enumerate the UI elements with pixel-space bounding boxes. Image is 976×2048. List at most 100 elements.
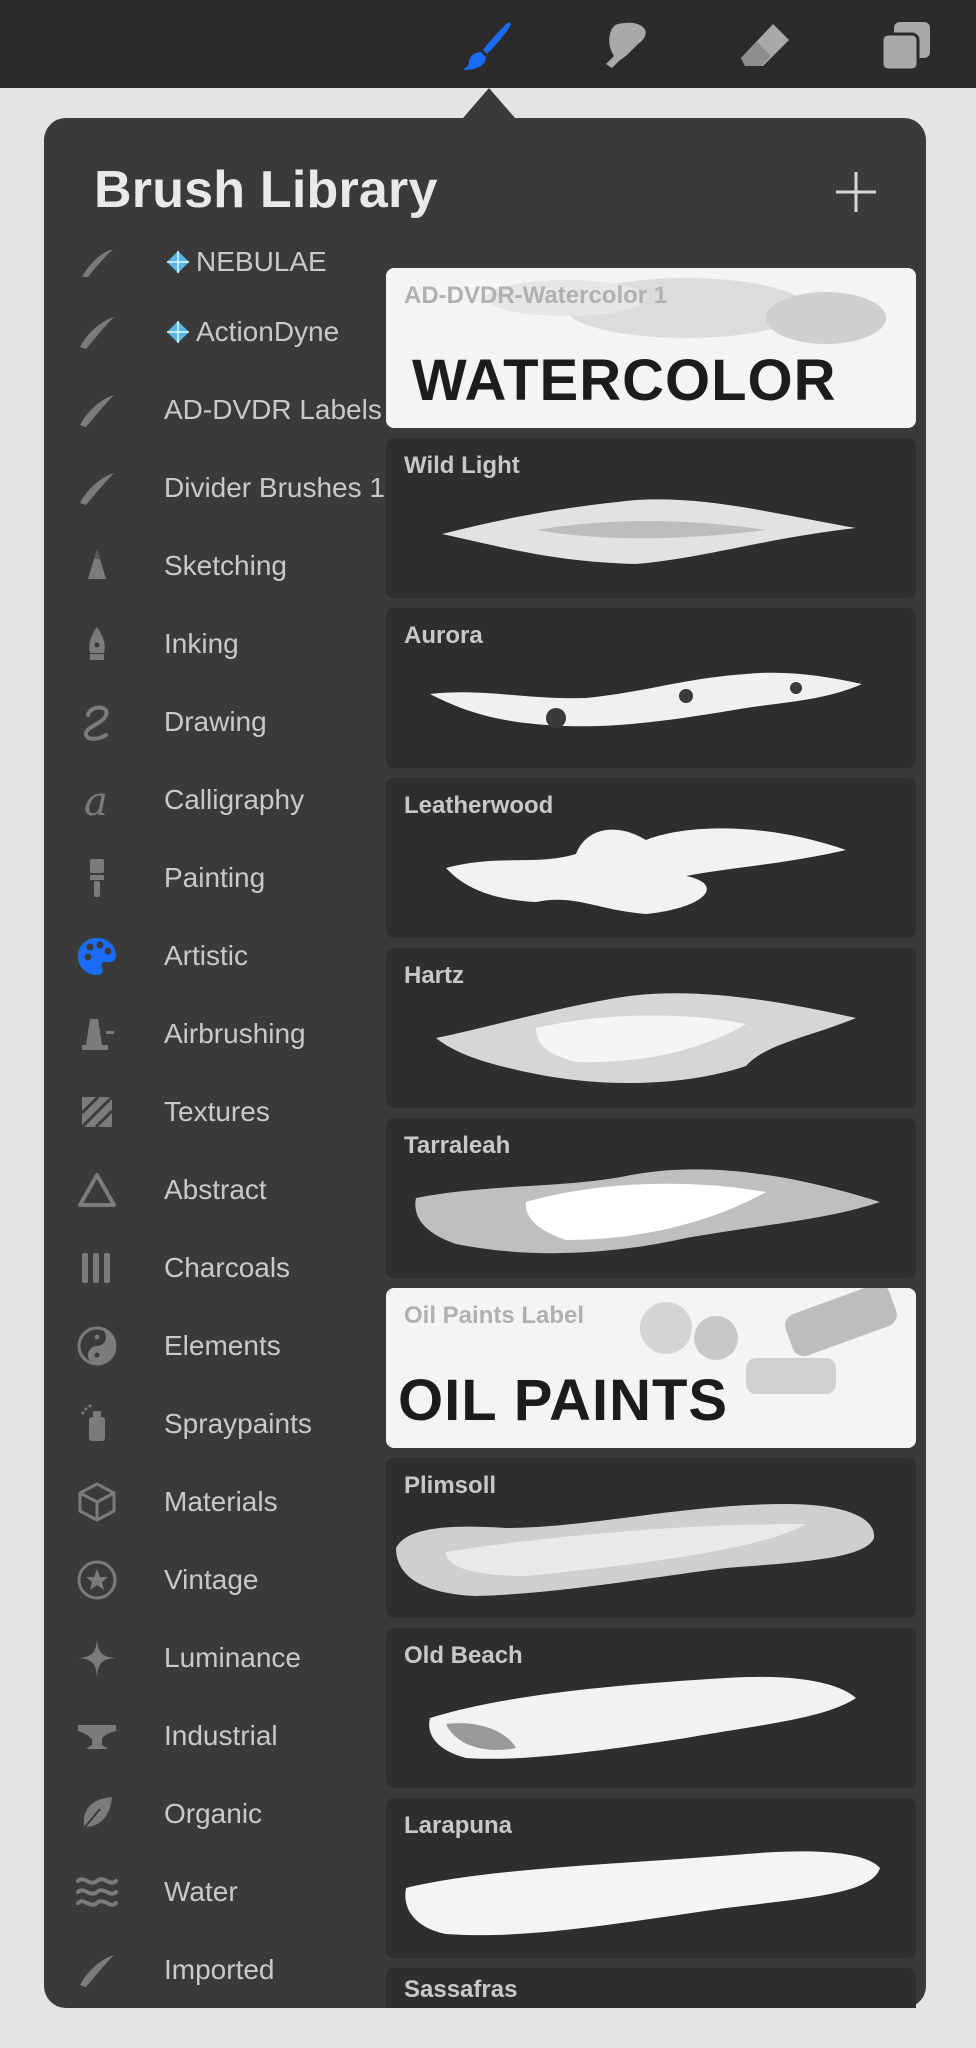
brush-set-label: Imported xyxy=(164,1954,275,1985)
brush-set-label: Charcoals xyxy=(164,1252,291,1283)
brush-set-label: Spraypaints xyxy=(164,1408,312,1439)
brush-set-textures[interactable]: Textures xyxy=(44,1076,384,1146)
brush-name: Oil Paints Label xyxy=(404,1302,585,1329)
brush-set-artistic[interactable]: Artistic xyxy=(44,920,384,990)
brush-stroke-preview xyxy=(405,1851,880,1936)
calligraphy-a-icon: a xyxy=(76,779,118,821)
brush-set-label: AD-DVDR Labels xyxy=(164,394,382,425)
brush-set-painting[interactable]: Painting xyxy=(44,842,384,912)
brush-set-label: Water xyxy=(164,1876,238,1907)
brush-set-list[interactable]: NEBULAE ActionDyne AD-DVDR Labels Divide… xyxy=(44,250,384,2008)
brush-name: Aurora xyxy=(404,622,483,649)
brush-set-label: Textures xyxy=(164,1096,270,1127)
svg-text:a: a xyxy=(84,779,108,821)
layers-tool-icon[interactable] xyxy=(874,14,938,78)
plus-icon xyxy=(836,172,876,212)
brush-stroke-preview xyxy=(430,672,862,728)
top-toolbar xyxy=(0,0,976,88)
brush-set-vintage[interactable]: Vintage xyxy=(44,1544,384,1614)
eraser-tool-icon[interactable] xyxy=(733,14,797,78)
brush-card-sassafras[interactable]: Sassafras xyxy=(386,1968,916,2008)
hatch-icon xyxy=(76,1091,118,1133)
brush-card-ad-dvdr-watercolor-1[interactable]: AD-DVDR-Watercolor 1 WATERCOLOR xyxy=(386,268,916,428)
brush-name: Leatherwood xyxy=(404,792,554,819)
brush-set-sketching[interactable]: Sketching xyxy=(44,530,384,600)
brush-name: Plimsoll xyxy=(404,1472,497,1499)
brush-set-label: Vintage xyxy=(164,1564,259,1595)
brush-set-label: Organic xyxy=(164,1798,263,1829)
brush-card-larapuna[interactable]: Larapuna xyxy=(386,1798,916,1958)
brush-stroke-preview xyxy=(442,499,856,564)
brush-card-aurora[interactable]: Aurora xyxy=(386,608,916,768)
brush-label-text: OIL PAINTS xyxy=(398,1368,729,1433)
brush-name: Wild Light xyxy=(404,452,520,479)
brush-set-drawing[interactable]: Drawing xyxy=(44,686,384,756)
brush-set-charcoals[interactable]: Charcoals xyxy=(44,1232,384,1302)
brush-set-inking[interactable]: Inking xyxy=(44,608,384,678)
brush-card-leatherwood[interactable]: Leatherwood xyxy=(386,778,916,938)
brush-set-imported[interactable]: Imported xyxy=(44,1934,384,2004)
add-brush-button[interactable] xyxy=(826,162,886,222)
brush-set-calligraphy[interactable]: a Calligraphy xyxy=(44,764,384,834)
brush-stroke-preview xyxy=(446,828,846,914)
yin-yang-icon xyxy=(76,1325,118,1367)
brush-set-nebulae[interactable]: NEBULAE xyxy=(44,250,384,296)
brush-set-label: Sketching xyxy=(164,550,287,581)
brush-set-organic[interactable]: Organic xyxy=(44,1778,384,1848)
brush-set-label: Elements xyxy=(164,1330,281,1361)
brush-set-luminance[interactable]: Luminance xyxy=(44,1622,384,1692)
brush-set-elements[interactable]: Elements xyxy=(44,1310,384,1380)
pen-nib-icon xyxy=(76,623,118,665)
brush-set-label: Inking xyxy=(164,628,239,659)
brush-set-actiondyne[interactable]: ActionDyne xyxy=(44,296,384,366)
brush-set-spraypaints[interactable]: Spraypaints xyxy=(44,1388,384,1458)
anvil-icon xyxy=(76,1715,118,1757)
brush-label-text: WATERCOLOR xyxy=(412,348,837,413)
brush-card-plimsoll[interactable]: Plimsoll xyxy=(386,1458,916,1618)
brush-set-ad-dvdr-labels[interactable]: AD-DVDR Labels xyxy=(44,374,384,444)
brush-tool-icon[interactable] xyxy=(455,14,519,78)
brush-card-oil-paints-label[interactable]: Oil Paints Label OIL PAINTS xyxy=(386,1288,916,1448)
brush-name: Sassafras xyxy=(404,1976,518,2003)
brush-stroke-preview xyxy=(415,1169,880,1254)
brush-card-old-beach[interactable]: Old Beach xyxy=(386,1628,916,1788)
spray-can-icon xyxy=(76,1403,118,1445)
smudge-tool-icon[interactable] xyxy=(594,14,658,78)
stroke-icon xyxy=(76,389,118,431)
brush-set-label: Drawing xyxy=(164,706,267,737)
brush-card-tarraleah[interactable]: Tarraleah xyxy=(386,1118,916,1278)
star-badge-icon xyxy=(76,1559,118,1601)
stroke-icon xyxy=(76,1949,118,1991)
brush-set-label: Painting xyxy=(164,862,266,893)
diamond-icon xyxy=(167,321,189,343)
brush-name: Old Beach xyxy=(404,1642,523,1669)
brush-set-airbrushing[interactable]: Airbrushing xyxy=(44,998,384,1068)
brush-set-industrial[interactable]: Industrial xyxy=(44,1700,384,1770)
brush-set-label: Airbrushing xyxy=(164,1018,306,1049)
brush-card-wild-light[interactable]: Wild Light xyxy=(386,438,916,598)
brush-set-abstract[interactable]: Abstract xyxy=(44,1154,384,1224)
brush-set-materials[interactable]: Materials xyxy=(44,1466,384,1536)
brush-set-label: Artistic xyxy=(164,940,248,971)
brush-set-label: Materials xyxy=(164,1486,278,1517)
popover-caret xyxy=(463,88,515,118)
brush-set-label: ActionDyne xyxy=(196,316,340,347)
brush-set-water[interactable]: Water xyxy=(44,1856,384,1926)
paintbrush-icon xyxy=(76,857,118,899)
brush-stroke-preview xyxy=(396,1504,875,1596)
brush-set-label: Calligraphy xyxy=(164,784,305,815)
brush-card-hartz[interactable]: Hartz xyxy=(386,948,916,1108)
brush-set-label: Luminance xyxy=(164,1642,301,1673)
sparkle-icon xyxy=(76,1637,118,1679)
brush-name: AD-DVDR-Watercolor 1 xyxy=(404,282,668,309)
brush-set-label: NEBULAE xyxy=(196,250,327,277)
charcoal-sticks-icon xyxy=(76,1247,118,1289)
brush-name: Larapuna xyxy=(404,1812,513,1839)
stroke-icon xyxy=(76,467,118,509)
brush-name: Tarraleah xyxy=(404,1132,511,1159)
brush-set-divider-brushes-1[interactable]: Divider Brushes 1 xyxy=(44,452,384,522)
pencil-tip-icon xyxy=(76,545,118,587)
stroke-icon xyxy=(76,250,118,283)
brush-stroke-preview xyxy=(429,1676,856,1759)
diamond-icon xyxy=(167,251,189,273)
